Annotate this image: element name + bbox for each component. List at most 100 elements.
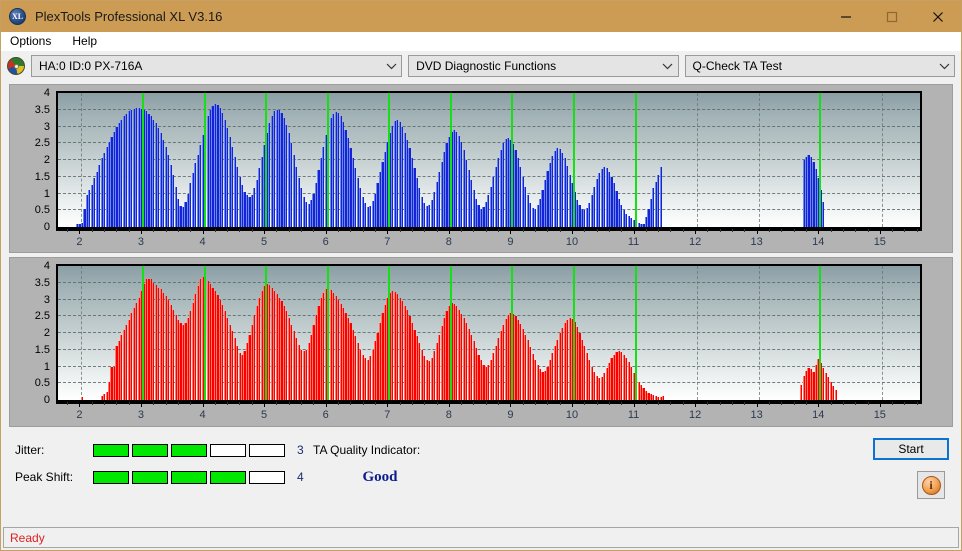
chart-bar (659, 166, 662, 227)
jitter-row: Jitter: 3 (15, 439, 304, 461)
minimize-button[interactable] (823, 1, 869, 32)
x-tick-label: 6 (322, 409, 329, 421)
x-major-tick (633, 229, 635, 234)
start-button[interactable]: Start (873, 438, 949, 460)
chart-bar (80, 396, 84, 400)
x-minor-tick (732, 402, 734, 405)
grid-line (58, 108, 920, 110)
jitter-value: 3 (297, 443, 304, 457)
maximize-button[interactable] (869, 1, 915, 32)
grid-line (758, 93, 760, 227)
x-major-tick (264, 229, 266, 234)
marker-line (511, 93, 514, 227)
marker-line (634, 266, 637, 400)
marker-line (634, 93, 637, 227)
x-minor-tick (719, 229, 721, 232)
info-button[interactable]: i (917, 471, 945, 499)
menu-item-options[interactable]: Options (8, 33, 60, 50)
function-select-value: DVD Diagnostic Functions (416, 59, 557, 73)
ta-quality-group: TA Quality Indicator: Good (313, 443, 435, 486)
x-minor-tick (104, 229, 106, 232)
x-minor-tick (584, 229, 586, 232)
x-minor-tick (177, 402, 179, 405)
meter-segment (93, 443, 129, 457)
x-minor-tick (805, 402, 807, 405)
x-minor-tick (547, 229, 549, 232)
marker-line (572, 266, 575, 400)
x-minor-tick (559, 402, 561, 405)
menu-bar: Options Help (1, 32, 961, 51)
x-tick-label: 8 (445, 409, 452, 421)
x-minor-tick (621, 229, 623, 232)
x-tick-label: 12 (688, 409, 702, 421)
x-minor-tick (104, 402, 106, 405)
grid-line (58, 265, 920, 266)
marker-line (141, 266, 144, 400)
meter-segment (210, 443, 246, 457)
x-tick-label: 7 (384, 236, 391, 248)
chart-1-x-axis: 2 3 4 5 6 7 8 9 10 11 12 13 14 15 (56, 402, 922, 424)
function-select[interactable]: DVD Diagnostic Functions (408, 55, 679, 77)
x-major-tick (571, 229, 573, 234)
x-minor-tick (350, 402, 352, 405)
y-tick-label: 0.5 (34, 204, 50, 217)
chart-bar (822, 201, 825, 227)
x-minor-tick (276, 402, 278, 405)
x-minor-tick (707, 402, 709, 405)
x-minor-tick (411, 402, 413, 405)
x-minor-tick (904, 229, 906, 232)
x-major-tick (140, 229, 142, 234)
drive-select-value: HA:0 ID:0 PX-716A (39, 59, 143, 73)
x-minor-tick (116, 229, 118, 232)
x-minor-tick (313, 229, 315, 232)
x-minor-tick (362, 229, 364, 232)
x-minor-tick (485, 402, 487, 405)
close-button[interactable] (915, 1, 961, 32)
x-minor-tick (473, 402, 475, 405)
chevron-down-icon (934, 63, 954, 70)
x-major-tick (79, 402, 81, 407)
status-bar: Ready (3, 527, 959, 548)
y-tick-label: 3.5 (34, 103, 50, 116)
plextools-window: XL PlexTools Professional XL V3.16 Optio… (0, 0, 962, 551)
x-minor-tick (744, 402, 746, 405)
marker-line (449, 266, 452, 400)
menu-item-help[interactable]: Help (70, 33, 106, 50)
x-minor-tick (251, 229, 253, 232)
jitter-label: Jitter: (15, 443, 45, 457)
drive-select[interactable]: HA:0 ID:0 PX-716A (31, 55, 403, 77)
x-minor-tick (707, 229, 709, 232)
x-minor-tick (793, 229, 795, 232)
y-tick-label: 1.5 (34, 343, 50, 356)
x-major-tick (79, 229, 81, 234)
marker-line (265, 93, 268, 227)
x-major-tick (756, 402, 758, 407)
x-major-tick (818, 402, 820, 407)
x-minor-tick (916, 229, 918, 232)
x-minor-tick (301, 229, 303, 232)
y-tick-label: 0.5 (34, 377, 50, 390)
test-select[interactable]: Q-Check TA Test (684, 55, 955, 77)
x-tick-label: 8 (445, 236, 452, 248)
chart-panel-jitter: 0 0.5 1 1.5 2 2.5 3 3.5 4 2 3 4 5 6 7 8 9 10 11 12 13 14 15 (9, 84, 953, 253)
grid-line (58, 142, 920, 144)
x-minor-tick (91, 402, 93, 405)
grid-line (81, 93, 83, 227)
y-tick-label: 1.5 (34, 170, 50, 183)
x-major-tick (264, 402, 266, 407)
x-axis-line (56, 402, 922, 404)
grid-line (697, 93, 699, 227)
grid-line (58, 92, 920, 93)
x-tick-label: 12 (688, 236, 702, 248)
x-minor-tick (584, 402, 586, 405)
x-minor-tick (830, 229, 832, 232)
x-minor-tick (165, 402, 167, 405)
marker-line (819, 93, 822, 227)
grid-line (758, 266, 760, 400)
x-minor-tick (301, 402, 303, 405)
x-minor-tick (214, 402, 216, 405)
x-minor-tick (621, 402, 623, 405)
x-minor-tick (805, 229, 807, 232)
y-tick-label: 2.5 (34, 310, 50, 323)
x-minor-tick (498, 229, 500, 232)
